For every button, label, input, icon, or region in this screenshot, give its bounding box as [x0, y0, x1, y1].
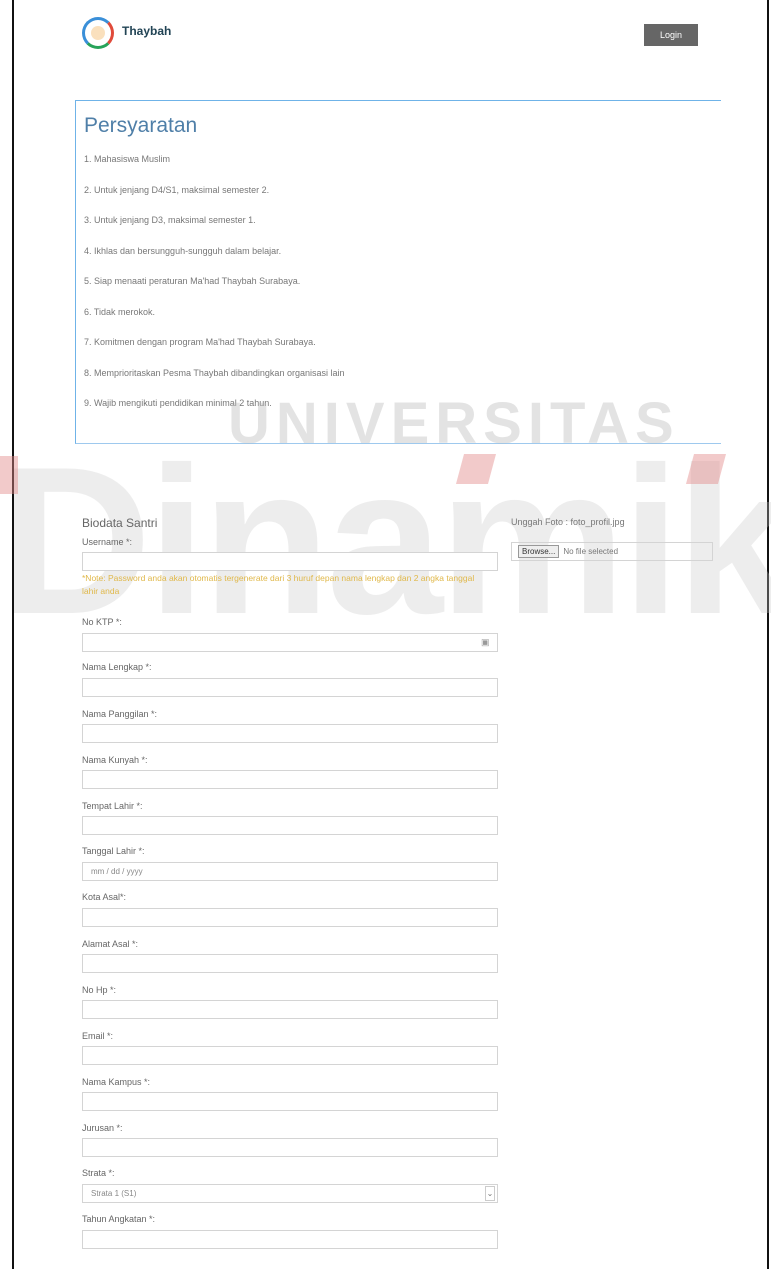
jurusan-label: Jurusan *:	[82, 1123, 123, 1133]
password-note: *Note: Password anda akan otomatis terge…	[82, 573, 475, 596]
no-ktp-field[interactable]: ▣	[82, 633, 498, 652]
card-icon: ▣	[481, 637, 490, 647]
tempat-lahir-field[interactable]	[82, 816, 498, 835]
upload-photo-label: Unggah Foto : foto_profil.jpg	[511, 517, 625, 527]
jurusan-field[interactable]	[82, 1138, 498, 1157]
thaybah-logo-icon	[82, 17, 114, 49]
no-ktp-label: No KTP *:	[82, 617, 122, 627]
brand-name: Thaybah	[122, 24, 172, 38]
requirement-item: 3. Untuk jenjang D3, maksimal semester 1…	[84, 215, 256, 225]
alamat-asal-field[interactable]	[82, 954, 498, 973]
nama-kampus-label: Nama Kampus *:	[82, 1077, 151, 1087]
login-button[interactable]: Login	[644, 24, 698, 46]
nama-panggilan-label: Nama Panggilan *:	[82, 709, 158, 719]
username-label: Username *:	[82, 537, 133, 547]
requirement-item: 2. Untuk jenjang D4/S1, maksimal semeste…	[84, 184, 270, 195]
username-field[interactable]	[82, 552, 498, 571]
form-title: Biodata Santri	[82, 516, 158, 530]
strata-select[interactable]: Strata 1 (S1) ⌄	[82, 1184, 498, 1203]
kota-asal-label: Kota Asal*:	[82, 892, 127, 902]
nama-lengkap-field[interactable]	[82, 678, 498, 697]
requirements-list: 1. Mahasiswa Muslim 2. Untuk jenjang D4/…	[84, 153, 344, 428]
strata-selected-value: Strata 1 (S1)	[91, 1189, 137, 1198]
strata-label: Strata *:	[82, 1168, 115, 1178]
requirements-title: Persyaratan	[84, 114, 198, 137]
nama-kunyah-field[interactable]	[82, 770, 498, 789]
requirement-item: 5. Siap menaati peraturan Ma'had Thaybah…	[84, 276, 301, 286]
email-field[interactable]	[82, 1046, 498, 1065]
upload-photo-input[interactable]: Browse... No file selected	[511, 542, 713, 561]
chevron-down-icon[interactable]: ⌄	[485, 1186, 495, 1201]
file-status: No file selected	[563, 547, 619, 556]
tempat-lahir-label: Tempat Lahir *:	[82, 801, 143, 811]
requirement-item: 7. Komitmen dengan program Ma'had Thayba…	[84, 337, 316, 347]
kota-asal-field[interactable]	[82, 908, 498, 927]
nama-panggilan-field[interactable]	[82, 724, 498, 743]
requirement-item: 6. Tidak merokok.	[84, 306, 156, 317]
browse-button[interactable]: Browse...	[518, 545, 560, 558]
requirement-item: 4. Ikhlas dan bersungguh-sungguh dalam b…	[84, 245, 282, 256]
tahun-angkatan-label: Tahun Angkatan *:	[82, 1214, 156, 1224]
nama-lengkap-label: Nama Lengkap *:	[82, 662, 152, 672]
no-hp-label: No Hp *:	[82, 985, 117, 995]
watermark-accent	[0, 456, 18, 494]
alamat-asal-label: Alamat Asal *:	[82, 939, 139, 949]
email-label: Email *:	[82, 1031, 114, 1041]
tanggal-lahir-field[interactable]: mm / dd / yyyy	[82, 862, 498, 881]
tanggal-lahir-label: Tanggal Lahir *:	[82, 846, 145, 856]
requirement-item: 1. Mahasiswa Muslim	[84, 154, 171, 164]
tahun-angkatan-field[interactable]	[82, 1230, 498, 1249]
nama-kunyah-label: Nama Kunyah *:	[82, 755, 148, 765]
no-hp-field[interactable]	[82, 1000, 498, 1019]
tanggal-lahir-placeholder: mm / dd / yyyy	[91, 867, 143, 876]
nama-kampus-field[interactable]	[82, 1092, 498, 1111]
